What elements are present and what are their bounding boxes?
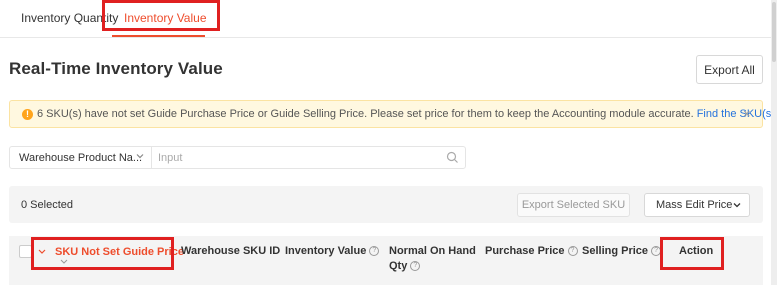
search-field-select[interactable]: Warehouse Product Na... (10, 147, 152, 168)
search-field-value: Warehouse Product Na... (19, 152, 143, 164)
close-icon[interactable]: × (743, 106, 751, 121)
selected-count: 0 Selected (21, 199, 73, 211)
export-selected-sku-button[interactable]: Export Selected SKU (517, 193, 630, 217)
warning-icon: ! (22, 109, 33, 120)
export-all-button[interactable]: Export All (696, 55, 763, 84)
highlight-box-sku-column (31, 237, 174, 270)
column-normal-on-hand-line2: Qty (389, 260, 408, 272)
page-title: Real-Time Inventory Value (9, 59, 223, 78)
column-inventory-value: Inventory Value? (285, 244, 380, 259)
page-scrollbar[interactable] (771, 0, 777, 285)
column-normal-on-hand-qty: Normal On Hand Qty? (389, 244, 476, 274)
column-purchase-price-label: Purchase Price (485, 245, 565, 257)
search-input[interactable] (158, 150, 428, 165)
warning-message: 6 SKU(s) have not set Guide Purchase Pri… (37, 108, 775, 120)
highlight-box-action-column (660, 237, 724, 270)
search-filter: Warehouse Product Na... (9, 146, 466, 169)
scrollbar-thumb[interactable] (772, 2, 776, 62)
column-inventory-value-label: Inventory Value (285, 245, 367, 257)
help-icon[interactable]: ? (369, 246, 380, 257)
chevron-down-icon (136, 154, 144, 159)
column-selling-price: Selling Price? (582, 244, 662, 259)
bulk-action-bar: 0 Selected Export Selected SKU Mass Edit… (9, 186, 763, 223)
column-selling-price-label: Selling Price (582, 245, 649, 257)
column-purchase-price: Purchase Price? (485, 244, 578, 259)
price-warning-banner: ! 6 SKU(s) have not set Guide Purchase P… (9, 100, 775, 128)
search-icon[interactable] (446, 151, 459, 164)
chevron-down-icon (733, 203, 741, 208)
warning-text: 6 SKU(s) have not set Guide Purchase Pri… (37, 108, 694, 120)
column-warehouse-sku-id: Warehouse SKU ID (181, 245, 281, 257)
column-normal-on-hand-line1: Normal On Hand (389, 245, 476, 257)
inventory-panel: Inventory Quantity Inventory Value Real-… (0, 0, 775, 285)
find-sku-link[interactable]: Find the SKU(s) (697, 108, 775, 120)
table-header: SKU Not Set Guide Price Warehouse SKU ID… (9, 236, 763, 285)
active-tab-indicator (112, 35, 205, 37)
help-icon[interactable]: ? (567, 246, 578, 257)
mass-edit-price-label: Mass Edit Price (656, 199, 733, 211)
highlight-box-tab (102, 0, 220, 31)
mass-edit-price-button[interactable]: Mass Edit Price (644, 193, 750, 217)
help-icon[interactable]: ? (410, 261, 421, 272)
